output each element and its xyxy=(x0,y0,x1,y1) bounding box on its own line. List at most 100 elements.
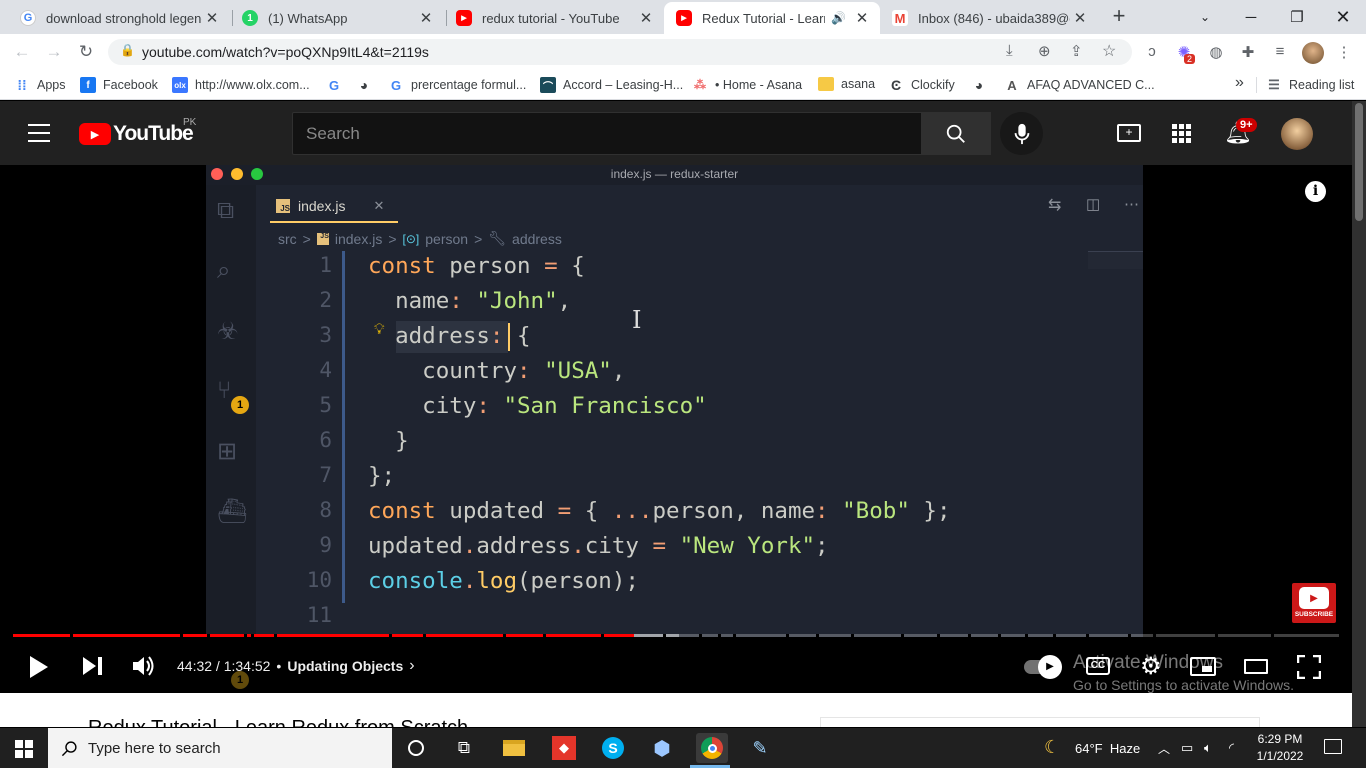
task-view-icon[interactable]: ⧉ xyxy=(449,733,479,763)
volume-icon[interactable] xyxy=(132,655,156,677)
close-tab-icon[interactable]: ✕ xyxy=(416,9,436,27)
captions-icon[interactable]: CC xyxy=(1086,657,1110,675)
tab-youtube-search[interactable]: ▶ redux tutorial - YouTube ✕ xyxy=(444,2,664,34)
next-icon[interactable] xyxy=(82,656,104,676)
forward-button[interactable]: → xyxy=(44,42,64,62)
bookmark-olx[interactable]: olx http://www.olx.com... xyxy=(172,77,310,93)
search-box[interactable] xyxy=(292,112,922,155)
chapter-marker xyxy=(207,634,210,637)
progress-bar[interactable] xyxy=(0,634,1352,638)
back-button[interactable]: ← xyxy=(12,42,32,62)
search-input[interactable] xyxy=(293,113,921,154)
page-scrollbar[interactable] xyxy=(1352,101,1366,727)
create-video-icon[interactable]: + xyxy=(1117,124,1141,142)
battery-icon[interactable]: ▭ xyxy=(1181,740,1193,756)
close-tab-icon[interactable]: ✕ xyxy=(852,9,872,27)
tab-whatsapp[interactable]: 1 (1) WhatsApp ✕ xyxy=(230,2,444,34)
chrome-taskbar-icon[interactable] xyxy=(696,733,728,763)
reading-list-button[interactable]: ☰ Reading list xyxy=(1266,77,1354,93)
bookmark-accord[interactable]: ⌒ Accord – Leasing-H... xyxy=(540,77,683,93)
omnibox[interactable]: 🔒 youtube.com/watch?v=poQXNp9ItL4&t=2119… xyxy=(108,39,1132,65)
share-icon[interactable]: ⇪ xyxy=(1070,42,1083,60)
bookmark-percentage[interactable]: Gprercentage formul... xyxy=(388,77,526,93)
progress-played xyxy=(13,634,634,637)
close-tab-icon[interactable]: ✕ xyxy=(202,9,222,27)
chapter-title[interactable]: Updating Objects xyxy=(287,658,403,674)
code-token: log xyxy=(476,568,518,594)
settings-gear-icon[interactable]: ⚙ xyxy=(1140,652,1162,681)
weather-text[interactable]: 64°F Haze xyxy=(1075,741,1140,756)
volume-tray-icon[interactable]: 🔈︎ xyxy=(1204,740,1212,756)
bookmarks-overflow-button[interactable]: » xyxy=(1235,74,1244,92)
clock[interactable]: 6:29 PM 1/1/2022 xyxy=(1255,731,1305,765)
bookmark-globe-2[interactable]: ◕ xyxy=(971,77,994,93)
bookmark-asana-folder[interactable]: asana xyxy=(818,77,875,91)
restore-button[interactable]: ❐ xyxy=(1274,0,1320,34)
url-text[interactable]: youtube.com/watch?v=poQXNp9ItL4&t=2119s xyxy=(142,44,429,60)
taskbar-search[interactable]: Type here to search xyxy=(48,728,392,768)
fullscreen-icon[interactable] xyxy=(1297,655,1321,679)
scrollbar-thumb[interactable] xyxy=(1355,103,1363,221)
tab-search-icon[interactable]: ⌄ xyxy=(1182,0,1228,34)
file-explorer-icon[interactable] xyxy=(499,733,529,763)
bookmark-facebook[interactable]: f Facebook xyxy=(80,77,158,93)
close-tab-icon[interactable]: ✕ xyxy=(1070,9,1090,27)
autoplay-toggle[interactable]: ▶ xyxy=(1024,655,1062,679)
video-info-icon[interactable]: i xyxy=(1305,181,1326,202)
globe-extension-icon[interactable]: ◍ xyxy=(1206,43,1226,61)
weather-icon[interactable]: ☾ xyxy=(1044,737,1060,758)
chapter-marker xyxy=(274,634,277,637)
zoom-icon[interactable]: ⊕ xyxy=(1038,42,1051,60)
reload-button[interactable]: ↻ xyxy=(76,42,96,62)
anydesk-icon[interactable]: ◆ xyxy=(549,733,579,763)
close-window-button[interactable]: ✕ xyxy=(1320,0,1366,34)
windows-start-icon[interactable] xyxy=(15,740,33,758)
profile-avatar[interactable] xyxy=(1302,42,1324,64)
bookmark-asana-home[interactable]: ⁂ • Home - Asana xyxy=(692,77,802,93)
hamburger-menu-icon[interactable] xyxy=(28,124,50,142)
account-avatar[interactable] xyxy=(1281,118,1313,150)
subscribe-watermark[interactable]: ▶ SUBSCRIBE xyxy=(1292,583,1336,623)
miniplayer-icon[interactable] xyxy=(1190,657,1216,676)
bookmark-apps[interactable]: ⁞⁞ Apps xyxy=(14,77,66,93)
subscribe-label: SUBSCRIBE xyxy=(1294,611,1334,618)
chrome-menu-icon[interactable]: ⋮ xyxy=(1334,43,1354,61)
chevron-right-icon[interactable]: › xyxy=(409,657,414,675)
show-hidden-icons-icon[interactable]: ︿ xyxy=(1158,740,1170,757)
network-icon[interactable]: ◜ xyxy=(1229,740,1234,756)
docker-icon: ⛴ xyxy=(217,498,248,525)
youtube-logo[interactable]: ▶ YouTube xyxy=(79,122,194,146)
close-tab-icon[interactable]: ✕ xyxy=(636,9,656,27)
install-icon[interactable]: ⤓ xyxy=(1006,42,1013,59)
bookmark-clockify[interactable]: Ͼ Clockify xyxy=(888,77,955,93)
notifications-badge: 9+ xyxy=(1236,118,1257,132)
extensions-puzzle-icon[interactable]: ✚ xyxy=(1238,43,1258,61)
notepad-icon[interactable]: ✎ xyxy=(745,733,775,763)
media-control-icon[interactable]: ≡ xyxy=(1270,43,1290,60)
cortana-icon[interactable] xyxy=(401,733,431,763)
bookmark-label: Apps xyxy=(37,78,66,92)
code-token: : xyxy=(517,358,545,384)
theater-mode-icon[interactable] xyxy=(1244,659,1268,674)
lock-icon[interactable]: 🔒 xyxy=(120,43,135,57)
play-icon[interactable] xyxy=(28,655,50,679)
bookmark-star-icon[interactable]: ☆ xyxy=(1102,41,1116,61)
bookmark-afaq[interactable]: A AFAQ ADVANCED C... xyxy=(1004,77,1154,93)
apps-grid-icon[interactable] xyxy=(1172,124,1191,143)
breadcrumb-symbol: person xyxy=(425,230,469,247)
search-button[interactable] xyxy=(921,112,991,155)
bookmark-globe[interactable]: ◕ xyxy=(356,77,379,93)
bookmark-google[interactable]: G xyxy=(326,77,349,93)
tab-redux-tutorial[interactable]: ▶ Redux Tutorial - Learn Re 🔊 ✕ xyxy=(664,2,880,34)
notification-center-icon[interactable] xyxy=(1324,739,1342,754)
minimize-button[interactable]: ─ xyxy=(1228,0,1274,34)
speaker-icon[interactable]: 🔊 xyxy=(831,11,846,25)
voice-search-button[interactable] xyxy=(1000,112,1043,155)
code-token: city xyxy=(584,533,653,559)
new-tab-button[interactable]: + xyxy=(1108,3,1130,29)
tab-gmail[interactable]: M Inbox (846) - ubaida389@gm ✕ xyxy=(880,2,1098,34)
extension-c-icon[interactable]: ↄ xyxy=(1142,43,1162,60)
tab-google-search[interactable]: G download stronghold legend ✕ xyxy=(8,2,230,34)
3d-box-icon[interactable]: ⬢ xyxy=(647,733,677,763)
skype-icon[interactable]: S xyxy=(598,733,628,763)
